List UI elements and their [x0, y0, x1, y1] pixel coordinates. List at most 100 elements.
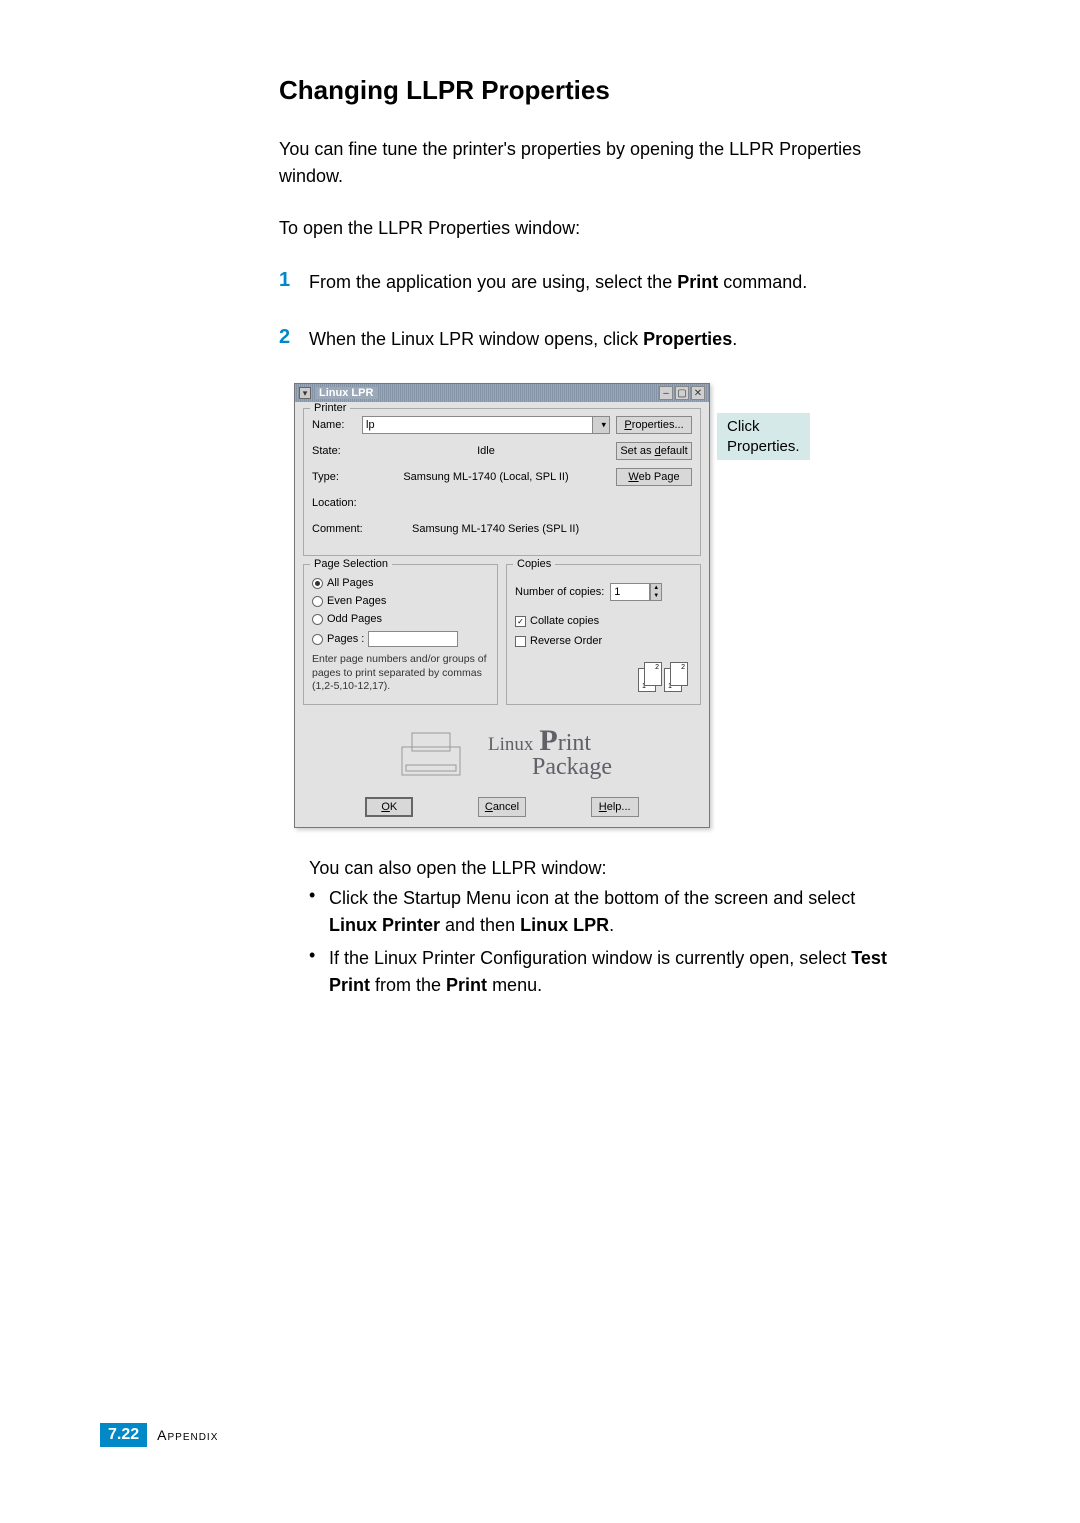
copies-spinner[interactable]: 1 — [610, 583, 650, 601]
logo-text: Linux Print Package — [488, 727, 612, 778]
radio-icon — [312, 634, 323, 645]
radio-label: All Pages — [327, 577, 373, 589]
titlebar-text: Linux LPR — [315, 387, 377, 399]
step-1: 1 From the application you are using, se… — [279, 269, 899, 296]
page-num: 22 — [121, 1426, 139, 1443]
spinner-down-icon[interactable]: ▼ — [651, 592, 661, 600]
bullet-1: • Click the Startup Menu icon at the bot… — [309, 885, 899, 939]
logo-package-text: Package — [532, 754, 612, 780]
webpage-button[interactable]: Web Page — [616, 468, 692, 486]
radio-icon — [312, 596, 323, 607]
location-label: Location: — [312, 497, 362, 509]
step-text: From the application you are using, sele… — [309, 269, 807, 296]
printer-sketch-icon — [392, 725, 470, 781]
bullet-mid: and then — [440, 915, 520, 935]
name-value: lp — [366, 419, 375, 431]
page-selection-fieldset: Page Selection All Pages Even Pages Odd … — [303, 564, 498, 705]
step-number: 2 — [279, 326, 309, 353]
step-prefix: When the Linux LPR window opens, click — [309, 329, 643, 349]
footer-label: Appendix — [157, 1427, 218, 1443]
minimize-button[interactable]: – — [659, 386, 673, 400]
collate-preview-icon: 1 2 1 2 — [638, 660, 690, 696]
step-list: 1 From the application you are using, se… — [279, 269, 899, 353]
bullet-bold: Print — [446, 975, 487, 995]
printer-name-select[interactable]: lp ▾ — [362, 416, 610, 434]
chapter-num: 7. — [108, 1426, 121, 1443]
intro-paragraph: You can fine tune the printer's properti… — [279, 136, 899, 190]
chevron-down-icon: ▾ — [601, 420, 606, 431]
step-suffix: command. — [718, 272, 807, 292]
step-prefix: From the application you are using, sele… — [309, 272, 677, 292]
bullet-post: menu. — [487, 975, 542, 995]
type-label: Type: — [312, 471, 362, 483]
reverse-checkbox-row[interactable]: Reverse Order — [515, 635, 692, 647]
btn-text: roperties... — [632, 419, 684, 431]
checkbox-icon: ✓ — [515, 616, 526, 627]
printer-legend: Printer — [310, 402, 350, 414]
page-selection-legend: Page Selection — [310, 558, 392, 570]
bullet-icon: • — [309, 885, 329, 939]
dialog-container: ▾ Linux LPR – ▢ ✕ Printer Name: lp ▾ — [294, 383, 914, 828]
step-bold: Properties — [643, 329, 732, 349]
properties-button[interactable]: Properties... — [616, 416, 692, 434]
radio-even-pages[interactable]: Even Pages — [312, 595, 489, 607]
bullet-2: • If the Linux Printer Configuration win… — [309, 945, 899, 999]
state-value: Idle — [362, 445, 610, 457]
callout-line1: Click — [727, 418, 760, 435]
bullet-mid: from the — [370, 975, 446, 995]
bullet-text: If the Linux Printer Configuration windo… — [329, 945, 899, 999]
name-label: Name: — [312, 419, 362, 431]
checkbox-icon — [515, 636, 526, 647]
bullet-post: . — [609, 915, 614, 935]
step-suffix: . — [732, 329, 737, 349]
step-2: 2 When the Linux LPR window opens, click… — [279, 326, 899, 353]
comment-value: Samsung ML-1740 Series (SPL II) — [362, 523, 692, 535]
bullet-pre: If the Linux Printer Configuration windo… — [329, 948, 851, 968]
radio-all-pages[interactable]: All Pages — [312, 577, 489, 589]
instruction-text: To open the LLPR Properties window: — [279, 218, 899, 239]
radio-icon — [312, 614, 323, 625]
spinner-arrows[interactable]: ▲ ▼ — [650, 583, 662, 601]
radio-label: Even Pages — [327, 595, 386, 607]
ok-button[interactable]: OK — [365, 797, 413, 817]
step-text: When the Linux LPR window opens, click P… — [309, 326, 737, 353]
copies-label: Number of copies: — [515, 586, 604, 598]
collate-label: Collate copies — [530, 615, 599, 627]
radio-label: Odd Pages — [327, 613, 382, 625]
bullet-text: Click the Startup Menu icon at the botto… — [329, 885, 899, 939]
logo-linux: Linux — [488, 734, 533, 755]
menu-icon[interactable]: ▾ — [299, 387, 311, 399]
cancel-button[interactable]: Cancel — [478, 797, 526, 817]
logo-area: Linux Print Package — [303, 725, 701, 781]
radio-label: Pages : — [327, 633, 364, 645]
bullet-icon: • — [309, 945, 329, 999]
reverse-label: Reverse Order — [530, 635, 602, 647]
spinner-up-icon[interactable]: ▲ — [651, 584, 661, 592]
radio-pages-custom[interactable]: Pages : — [312, 631, 489, 647]
copies-fieldset: Copies Number of copies: 1 ▲ ▼ ✓ Collate… — [506, 564, 701, 705]
bullet-bold: Linux LPR — [520, 915, 609, 935]
help-button[interactable]: Help... — [591, 797, 639, 817]
page-footer: 7.22 Appendix — [100, 1423, 218, 1447]
callout: Click Properties. — [717, 413, 810, 460]
maximize-button[interactable]: ▢ — [675, 386, 689, 400]
radio-odd-pages[interactable]: Odd Pages — [312, 613, 489, 625]
dialog-button-row: OK Cancel Help... — [303, 797, 701, 817]
state-label: State: — [312, 445, 362, 457]
pages-help-text: Enter page numbers and/or groups of page… — [312, 653, 489, 694]
step-bold: Print — [677, 272, 718, 292]
titlebar[interactable]: ▾ Linux LPR – ▢ ✕ — [295, 384, 709, 402]
chapter-badge: 7.22 — [100, 1423, 147, 1447]
close-button[interactable]: ✕ — [691, 386, 705, 400]
collate-checkbox-row[interactable]: ✓ Collate copies — [515, 615, 692, 627]
linux-lpr-dialog: ▾ Linux LPR – ▢ ✕ Printer Name: lp ▾ — [294, 383, 710, 828]
type-value: Samsung ML-1740 (Local, SPL II) — [362, 471, 610, 483]
logo-print-text: rint — [558, 730, 591, 756]
set-default-button[interactable]: Set as default — [616, 442, 692, 460]
post-dialog-section: You can also open the LLPR window: • Cli… — [309, 858, 899, 999]
post-intro: You can also open the LLPR window: — [309, 858, 899, 879]
callout-line2: Properties. — [727, 438, 800, 455]
radio-icon — [312, 578, 323, 589]
pages-input[interactable] — [368, 631, 458, 647]
step-number: 1 — [279, 269, 309, 296]
